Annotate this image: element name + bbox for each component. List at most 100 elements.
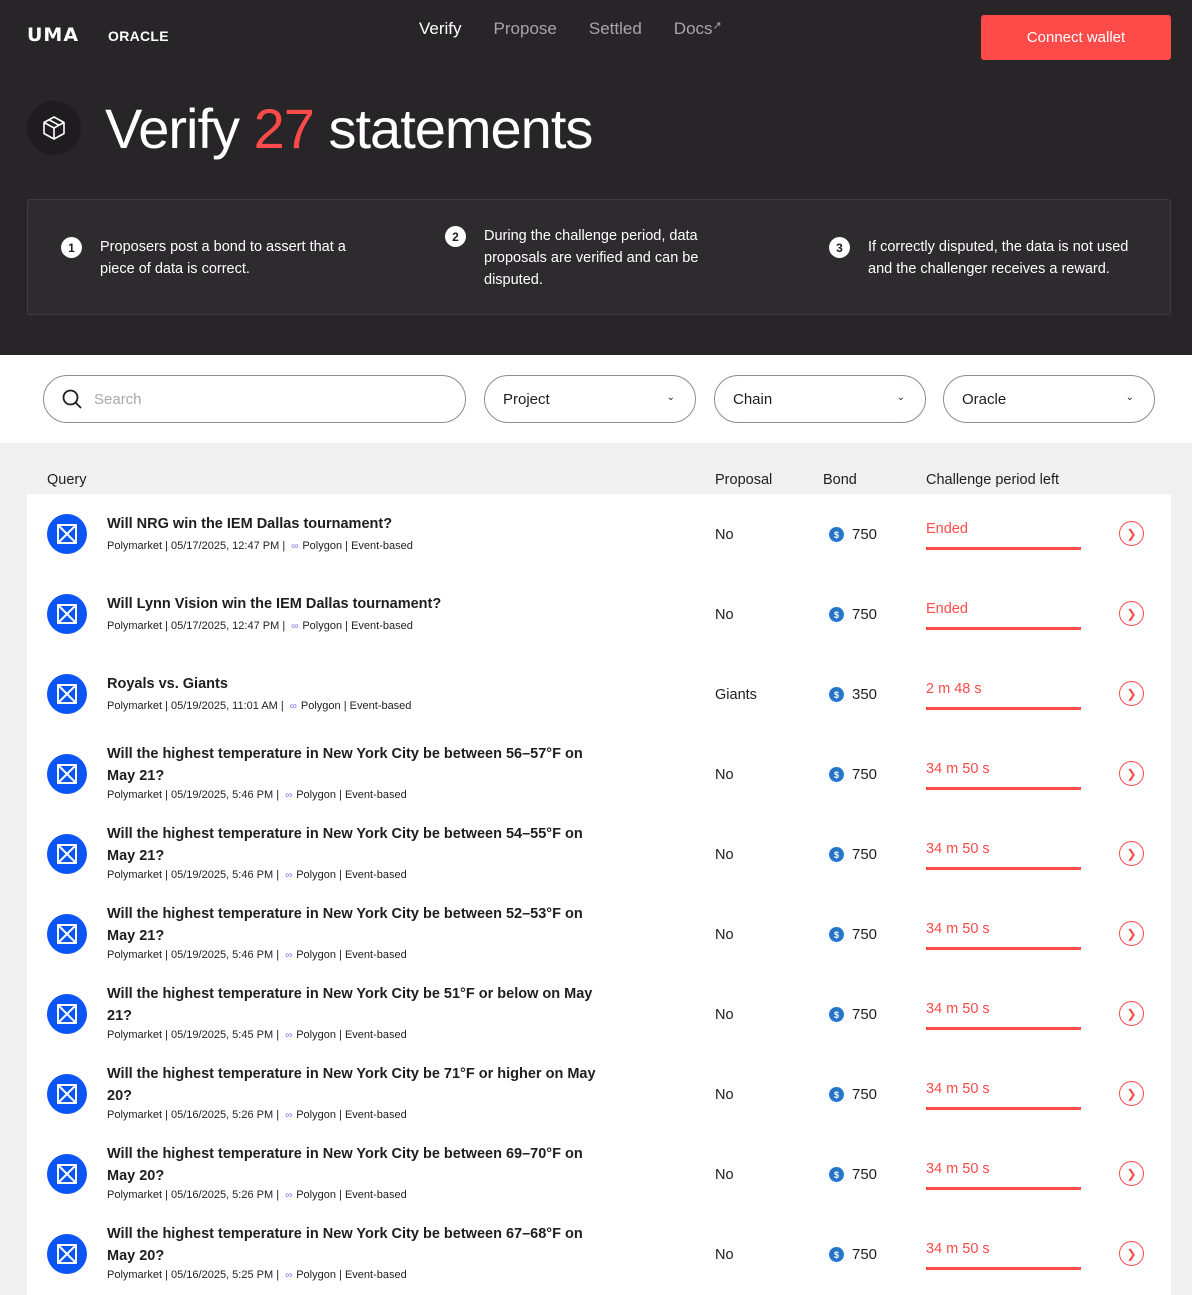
polymarket-icon (47, 514, 87, 554)
challenge-progress-bar (926, 867, 1081, 870)
challenge-period: 34 m 50 s (926, 921, 1081, 950)
proposal-value: No (715, 927, 734, 943)
query-type: Event-based (344, 949, 407, 961)
nav-docs-label: Docs (673, 19, 713, 38)
hero-section: UMA ORACLE Verify Propose Settled Docs↗ … (0, 0, 1192, 355)
project-select[interactable]: Project ⌄ (484, 375, 696, 423)
query-title[interactable]: Will the highest temperature in New York… (107, 1063, 607, 1107)
nav-docs[interactable]: Docs↗ (674, 19, 722, 39)
chain-select[interactable]: Chain ⌄ (714, 375, 926, 423)
query-type: Event-based (344, 1189, 407, 1201)
chevron-right-icon[interactable]: ❯ (1119, 761, 1144, 786)
table-row[interactable]: Will the highest temperature in New York… (27, 814, 1171, 894)
bond-value: $750 (829, 1086, 877, 1103)
query-chain: Polygon (300, 700, 341, 712)
column-header-proposal: Proposal (715, 472, 773, 488)
query-title[interactable]: Will the highest temperature in New York… (107, 823, 607, 867)
chevron-right-icon[interactable]: ❯ (1119, 1081, 1144, 1106)
chevron-right-icon[interactable]: ❯ (1119, 681, 1144, 706)
connect-wallet-button[interactable]: Connect wallet (981, 15, 1171, 60)
chevron-right-icon[interactable]: ❯ (1119, 601, 1144, 626)
oracle-select[interactable]: Oracle ⌄ (943, 375, 1155, 423)
cube-icon (27, 101, 81, 155)
bond-amount: 350 (852, 686, 878, 703)
table-row[interactable]: Will NRG win the IEM Dallas tournament? P… (27, 494, 1171, 574)
chevron-right-icon[interactable]: ❯ (1119, 1161, 1144, 1186)
query-title[interactable]: Will Lynn Vision win the IEM Dallas tour… (107, 593, 607, 615)
table-row[interactable]: Will Lynn Vision win the IEM Dallas tour… (27, 574, 1171, 654)
step-3: 3 If correctly disputed, the data is not… (829, 236, 1129, 280)
usdc-icon: $ (829, 1087, 844, 1102)
query-date: 05/17/2025, 12:47 PM (171, 540, 280, 552)
query-date: 05/17/2025, 12:47 PM (171, 620, 280, 632)
proposal-value: No (715, 1247, 734, 1263)
challenge-progress-bar (926, 1187, 1081, 1190)
polymarket-icon (47, 1154, 87, 1194)
query-title[interactable]: Will the highest temperature in New York… (107, 743, 607, 787)
chevron-right-icon[interactable]: ❯ (1119, 1241, 1144, 1266)
chevron-right-icon[interactable]: ❯ (1119, 521, 1144, 546)
search-input[interactable] (94, 390, 414, 408)
query-meta: Polymarket | 05/17/2025, 12:47 PM | ∞ Poly… (107, 540, 413, 552)
challenge-progress-bar (926, 547, 1081, 550)
bond-value: $350 (829, 686, 877, 703)
query-meta: Polymarket | 05/19/2025, 11:01 AM | ∞ Poly… (107, 700, 412, 712)
usdc-icon: $ (829, 1247, 844, 1262)
nav-verify[interactable]: Verify (419, 19, 462, 39)
challenge-progress-bar (926, 627, 1081, 630)
nav-settled[interactable]: Settled (589, 19, 642, 39)
proposal-value: No (715, 767, 734, 783)
query-title[interactable]: Will the highest temperature in New York… (107, 1143, 607, 1187)
query-project: Polymarket (107, 700, 163, 712)
bond-value: $750 (829, 606, 877, 623)
bond-amount: 750 (852, 1086, 878, 1103)
table-row[interactable]: Will the highest temperature in New York… (27, 1214, 1171, 1294)
bond-value: $750 (829, 1166, 877, 1183)
bond-amount: 750 (852, 1246, 878, 1263)
challenge-progress-bar (926, 947, 1081, 950)
query-title[interactable]: Will the highest temperature in New York… (107, 1223, 607, 1267)
uma-logo[interactable]: UMA (27, 24, 79, 46)
main-nav: Verify Propose Settled Docs↗ (419, 19, 754, 39)
query-chain: Polygon (302, 540, 343, 552)
query-meta: Polymarket | 05/19/2025, 5:46 PM | ∞ Polyg… (107, 949, 407, 961)
query-meta: Polymarket | 05/16/2025, 5:26 PM | ∞ Polyg… (107, 1109, 407, 1121)
bond-amount: 750 (852, 1166, 878, 1183)
polygon-icon: ∞ (291, 540, 299, 552)
chain-select-label: Chain (733, 390, 773, 408)
chevron-right-icon[interactable]: ❯ (1119, 921, 1144, 946)
nav-propose[interactable]: Propose (494, 19, 557, 39)
challenge-period-text: 34 m 50 s (926, 921, 990, 937)
how-it-works-panel: 1 Proposers post a bond to assert that a… (27, 199, 1171, 315)
query-meta: Polymarket | 05/16/2025, 5:26 PM | ∞ Polyg… (107, 1189, 407, 1201)
challenge-period: Ended (926, 601, 1081, 630)
query-title[interactable]: Royals vs. Giants (107, 673, 607, 695)
query-meta: Polymarket | 05/19/2025, 5:46 PM | ∞ Polyg… (107, 869, 407, 881)
challenge-period-text: 2 m 48 s (926, 681, 982, 697)
challenge-period: 34 m 50 s (926, 1161, 1081, 1190)
query-project: Polymarket (107, 1189, 163, 1201)
chevron-right-icon[interactable]: ❯ (1119, 841, 1144, 866)
challenge-progress-bar (926, 707, 1081, 710)
table-row[interactable]: Will the highest temperature in New York… (27, 894, 1171, 974)
challenge-period: 34 m 50 s (926, 1001, 1081, 1030)
usdc-icon: $ (829, 1007, 844, 1022)
usdc-icon: $ (829, 1167, 844, 1182)
query-title[interactable]: Will the highest temperature in New York… (107, 903, 607, 947)
table-row[interactable]: Will the highest temperature in New York… (27, 974, 1171, 1054)
table-row[interactable]: Will the highest temperature in New York… (27, 1134, 1171, 1214)
challenge-progress-bar (926, 1027, 1081, 1030)
table-row[interactable]: Royals vs. Giants Polymarket | 05/19/2025… (27, 654, 1171, 734)
query-title[interactable]: Will NRG win the IEM Dallas tournament? (107, 513, 607, 535)
usdc-icon: $ (829, 687, 844, 702)
search-box[interactable] (43, 375, 466, 423)
chevron-right-icon[interactable]: ❯ (1119, 1001, 1144, 1026)
chevron-down-icon: ⌄ (1125, 392, 1134, 403)
query-project: Polymarket (107, 789, 163, 801)
query-title[interactable]: Will the highest temperature in New York… (107, 983, 607, 1027)
polygon-icon: ∞ (289, 700, 297, 712)
query-project: Polymarket (107, 1269, 163, 1281)
table-row[interactable]: Will the highest temperature in New York… (27, 734, 1171, 814)
table-row[interactable]: Will the highest temperature in New York… (27, 1054, 1171, 1134)
query-chain: Polygon (296, 1029, 336, 1041)
